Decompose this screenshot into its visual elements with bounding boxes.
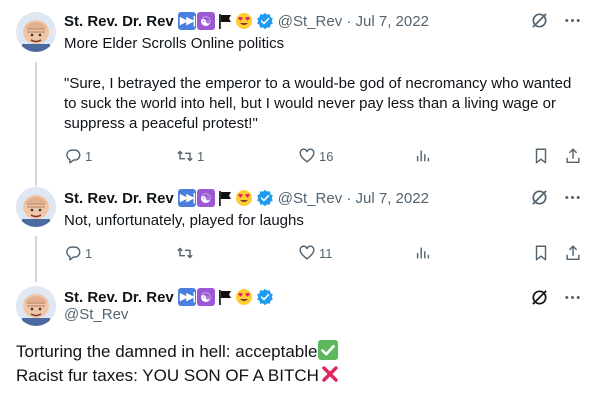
share-icon [566, 148, 580, 164]
reply-icon [66, 246, 81, 261]
avatar[interactable] [16, 187, 56, 227]
verified-badge-icon [256, 189, 273, 207]
retweet-count: 1 [197, 148, 205, 164]
reply-button[interactable]: 1 [64, 244, 92, 262]
bookmark-icon [535, 148, 547, 164]
verified-badge-icon [256, 12, 273, 30]
reply-count: 1 [85, 245, 93, 261]
verified-badge-icon [256, 288, 273, 306]
main-line-2-text: Racist fur taxes: YOU SON OF A BITCH [16, 366, 319, 385]
avatar[interactable] [16, 286, 56, 326]
more-options-icon[interactable] [563, 188, 582, 207]
tweet-header: St. Rev. Dr. Rev ▶▶| ☯ @St_Rev · Jul 7, … [64, 10, 429, 32]
heart-icon [299, 148, 315, 163]
heart-eyes-emoji [235, 12, 253, 30]
tweet-top-actions [530, 188, 582, 207]
like-button[interactable]: 11 [298, 244, 333, 262]
grok-icon[interactable] [530, 11, 549, 30]
main-tweet-text: Torturing the damned in hell: acceptable… [16, 340, 576, 388]
black-flag-emoji [216, 189, 234, 207]
reply-button[interactable]: 1 [64, 147, 92, 165]
tweet-actions: 1 11 [64, 243, 582, 263]
tweet-text-line: More Elder Scrolls Online politics [64, 35, 285, 52]
tweet-text: More Elder Scrolls Online politics "Sure… [64, 34, 574, 134]
main-tweet-line: Racist fur taxes: YOU SON OF A BITCH [16, 364, 576, 388]
next-track-emoji: ▶▶| [177, 12, 196, 30]
yin-yang-emoji: ☯ [196, 189, 215, 207]
heart-eyes-emoji [235, 189, 253, 207]
views-button[interactable] [414, 147, 432, 165]
tweet-text-line: Not, unfortunately, played for laughs [64, 212, 304, 229]
like-count: 16 [319, 148, 334, 164]
tweet-text-quote: "Sure, I betrayed the emperor to a would… [64, 75, 576, 132]
yin-yang-emoji: ☯ [196, 288, 215, 306]
retweet-icon [177, 150, 193, 162]
next-track-emoji: ▶▶| [177, 288, 196, 306]
tweet-meta[interactable]: @St_Rev · Jul 7, 2022 [278, 190, 429, 207]
views-icon [416, 150, 430, 162]
more-options-icon[interactable] [563, 288, 582, 307]
share-button[interactable] [564, 147, 582, 165]
yin-yang-emoji: ☯ [196, 12, 215, 30]
bookmark-icon [535, 245, 547, 261]
avatar[interactable] [16, 12, 56, 52]
reply-icon [66, 149, 81, 164]
tweet-top-actions [530, 288, 582, 307]
grok-icon[interactable] [530, 188, 549, 207]
main-tweet-line: Torturing the damned in hell: acceptable [16, 340, 576, 364]
share-icon [566, 245, 580, 261]
main-tweet-header: St. Rev. Dr. Rev ▶▶| ☯ [64, 286, 274, 308]
like-count: 11 [319, 245, 333, 261]
author-name[interactable]: St. Rev. Dr. Rev [64, 289, 174, 306]
author-name[interactable]: St. Rev. Dr. Rev [64, 13, 174, 30]
heart-icon [299, 245, 315, 260]
like-button[interactable]: 16 [298, 147, 333, 165]
share-button[interactable] [564, 244, 582, 262]
bookmark-button[interactable] [532, 147, 550, 165]
tweet-header: St. Rev. Dr. Rev ▶▶| ☯ @St_Rev · Jul 7, … [64, 187, 429, 209]
tweet-top-actions [530, 11, 582, 30]
check-mark-emoji [318, 340, 339, 360]
grok-icon[interactable] [530, 288, 549, 307]
bookmark-button[interactable] [532, 244, 550, 262]
retweet-button[interactable]: 1 [176, 147, 204, 165]
tweet-meta[interactable]: @St_Rev · Jul 7, 2022 [278, 13, 429, 30]
more-options-icon[interactable] [563, 11, 582, 30]
black-flag-emoji [216, 288, 234, 306]
main-line-1-text: Torturing the damned in hell: acceptable [16, 342, 318, 361]
thread-line-1 [35, 62, 37, 186]
views-icon [416, 247, 430, 259]
retweet-icon [177, 247, 193, 259]
cross-mark-emoji [320, 364, 340, 384]
heart-eyes-emoji [235, 288, 253, 306]
author-name[interactable]: St. Rev. Dr. Rev [64, 190, 174, 207]
thread-line-2 [35, 236, 37, 282]
reply-count: 1 [85, 148, 93, 164]
name-emojis: ▶▶| ☯ [177, 12, 253, 30]
tweet-text: Not, unfortunately, played for laughs [64, 211, 574, 231]
black-flag-emoji [216, 12, 234, 30]
views-button[interactable] [414, 244, 432, 262]
main-handle[interactable]: @St_Rev [64, 306, 128, 323]
retweet-button[interactable] [176, 244, 197, 262]
name-emojis: ▶▶| ☯ [177, 288, 253, 306]
name-emojis: ▶▶| ☯ [177, 189, 253, 207]
tweet-actions: 1 1 16 [64, 146, 582, 166]
next-track-emoji: ▶▶| [177, 189, 196, 207]
